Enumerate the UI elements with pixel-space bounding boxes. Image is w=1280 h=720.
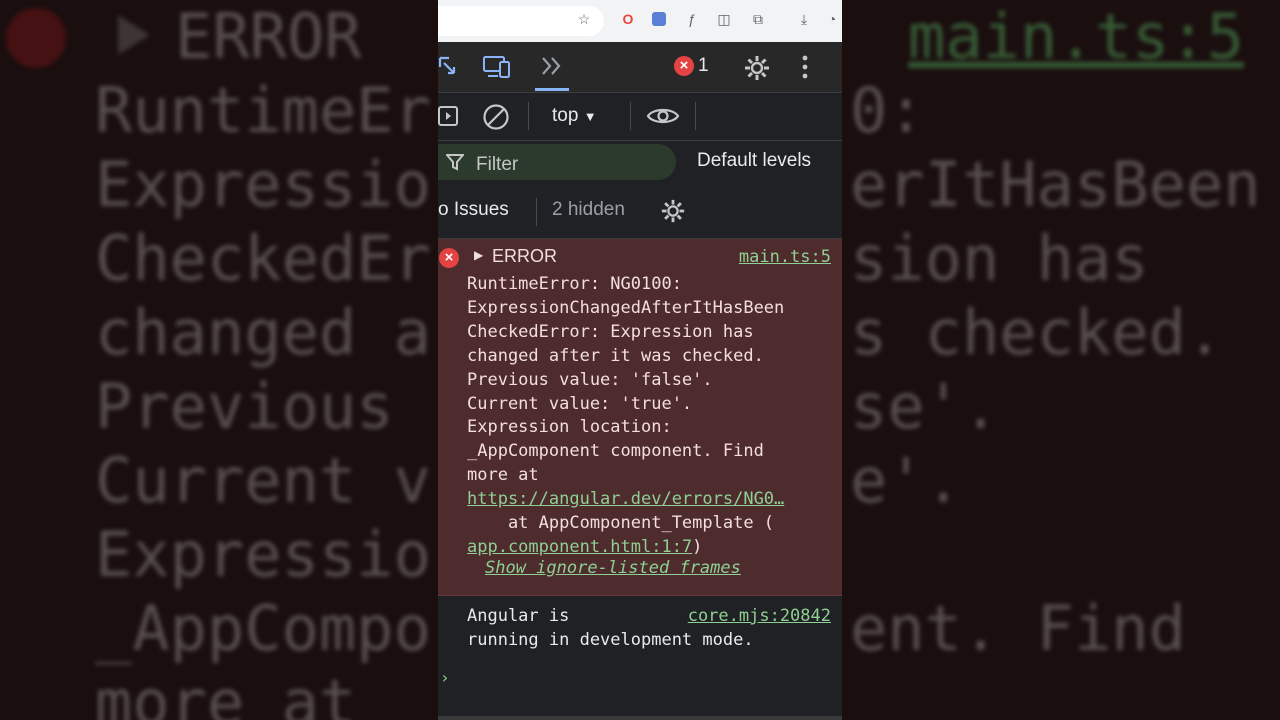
browser-toolbar: ☆ O ƒ ◫ ⧉ ⤓ ◔: [438, 0, 842, 42]
profile-icon[interactable]: ◔: [824, 11, 840, 27]
background-source-link: main.ts:5: [908, 0, 1244, 73]
console-settings-gear-icon[interactable]: [660, 198, 686, 229]
context-selector-label: top: [552, 105, 579, 126]
background-line: CheckedEr: [95, 222, 431, 295]
error-line: ExpressionChangedAfterItHasBeen: [467, 297, 785, 318]
more-options-kebab-icon[interactable]: [801, 54, 809, 80]
context-selector[interactable]: top ▼: [552, 105, 597, 127]
camera-extension-icon[interactable]: ◫: [716, 11, 732, 27]
chevron-down-icon: ▼: [583, 109, 597, 124]
filter-input[interactable]: Filter: [438, 144, 676, 180]
background-line-right: s checked.: [850, 296, 1224, 369]
background-line-right: sion has: [850, 222, 1149, 295]
issues-row: o Issues 2 hidden: [438, 186, 842, 239]
background-line: changed a: [95, 296, 431, 369]
background-line: more at: [95, 666, 357, 720]
devtools-tabbar: × 1: [438, 42, 842, 93]
extension-f-icon[interactable]: ƒ: [684, 11, 700, 27]
background-line-right: ent. Find: [850, 592, 1186, 665]
background-expand-icon: [118, 15, 150, 55]
background-line-right: se'.: [850, 370, 1000, 443]
background-line: Previous: [95, 370, 394, 443]
toolbar-divider: [695, 102, 696, 130]
background-line: RuntimeEr: [95, 74, 431, 147]
template-source-link[interactable]: app.component.html:1:7: [467, 537, 692, 557]
settings-gear-icon[interactable]: [743, 54, 771, 82]
error-line: Previous value: 'false'.: [467, 369, 713, 390]
error-source-link[interactable]: main.ts:5: [739, 246, 831, 270]
stack-frame-text: at AppComponent_Template (: [467, 513, 775, 534]
live-expression-eye-icon[interactable]: [646, 104, 680, 128]
error-count[interactable]: 1: [698, 55, 709, 77]
background-line-right: e'.: [850, 444, 962, 517]
console-error-message: × ▶ ERROR main.ts:5 RuntimeError: NG0100…: [438, 239, 842, 596]
error-header[interactable]: ERROR: [492, 246, 557, 267]
error-line: more at: [467, 465, 539, 486]
phone-screen: ☆ O ƒ ◫ ⧉ ⤓ ◔ × 1 top ▼ Filter Default l…: [438, 0, 842, 720]
bookmark-star-icon[interactable]: ☆: [576, 11, 592, 27]
devtools-panel: × 1 top ▼ Filter Default levels o Issues…: [438, 42, 842, 720]
console-info-message: Angular is running in development mode. c…: [438, 596, 842, 672]
device-toolbar-icon[interactable]: [482, 54, 512, 80]
filter-funnel-icon: [444, 153, 466, 176]
show-ignore-listed-frames-link[interactable]: Show ignore-listed frames: [485, 557, 741, 581]
stack-frame-close: ): [692, 536, 703, 557]
hidden-messages-count: 2 hidden: [552, 199, 625, 220]
inspect-element-icon[interactable]: [438, 55, 460, 79]
more-tabs-chevron-icon[interactable]: [540, 55, 564, 77]
background-line: Expressio: [95, 518, 431, 591]
background-line: Expressio: [95, 148, 431, 221]
info-source-link[interactable]: core.mjs:20842: [688, 605, 831, 629]
puzzle-extensions-icon[interactable]: ⧉: [750, 11, 766, 27]
toolbar-divider: [630, 102, 631, 130]
show-sidebar-icon[interactable]: [438, 104, 460, 128]
download-icon[interactable]: ⤓: [796, 11, 812, 27]
error-line: CheckedError: Expression has: [467, 321, 754, 342]
error-line: RuntimeError: NG0100:: [467, 274, 682, 294]
clear-console-icon[interactable]: [482, 103, 510, 131]
error-line: Expression location:: [467, 417, 672, 438]
error-count-icon[interactable]: ×: [674, 56, 694, 76]
filter-placeholder: Filter: [476, 154, 519, 175]
issues-link[interactable]: o Issues: [438, 199, 509, 221]
background-line-right: erItHasBeen: [850, 148, 1261, 221]
background-line: Current v: [95, 444, 431, 517]
error-line: Current value: 'true'.: [467, 393, 693, 414]
filter-row: Filter Default levels: [438, 140, 842, 186]
active-tab-indicator: [535, 88, 569, 91]
opera-extension-icon[interactable]: O: [620, 11, 636, 27]
error-message-text: RuntimeError: NG0100: ExpressionChangedAf…: [467, 273, 784, 560]
error-icon: ×: [439, 248, 459, 268]
error-doc-link[interactable]: https://angular.dev/errors/NG0…: [467, 488, 784, 512]
info-line: running in development mode.: [467, 629, 754, 650]
log-levels-dropdown[interactable]: Default levels: [697, 150, 811, 172]
console-toolbar: top ▼: [438, 92, 842, 141]
error-line: changed after it was checked.: [467, 345, 764, 366]
expand-triangle-icon[interactable]: ▶: [474, 248, 483, 262]
background-line: _AppCompo: [95, 592, 431, 665]
background-error-icon: [6, 8, 66, 68]
console-prompt-caret[interactable]: ›: [440, 668, 450, 687]
extension-icon[interactable]: [652, 12, 666, 26]
panel-bottom-border: [438, 716, 842, 720]
issues-divider: [536, 198, 537, 226]
background-line-right: 0:: [850, 74, 925, 147]
error-line: _AppComponent component. Find: [467, 441, 764, 462]
background-error-label: ERROR: [175, 0, 362, 73]
toolbar-divider: [528, 102, 529, 130]
